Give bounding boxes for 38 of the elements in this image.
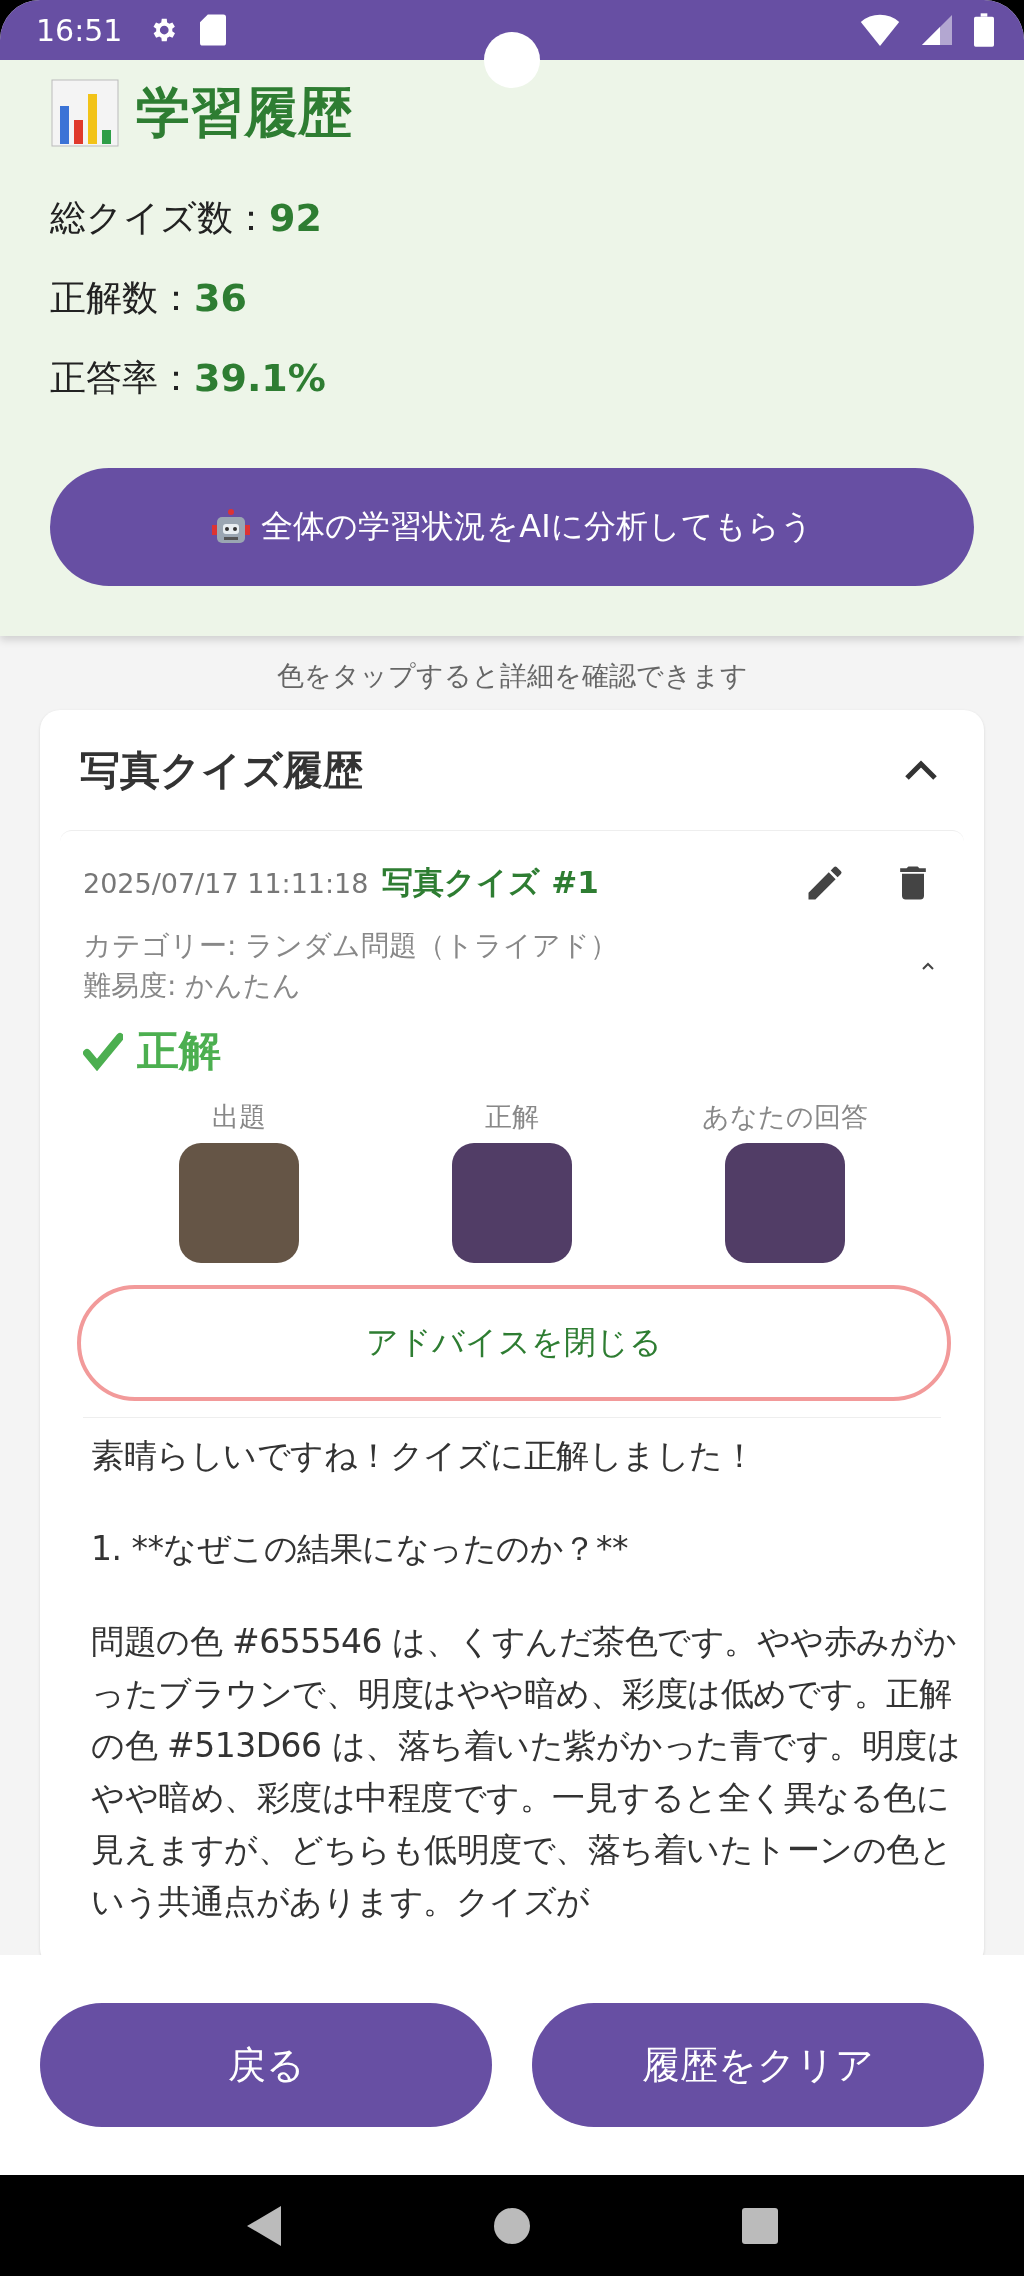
color-swatch[interactable] [179, 1143, 300, 1263]
stat-value: 92 [269, 196, 322, 240]
ai-analysis-button[interactable]: 全体の学習状況をAIに分析してもらう [50, 468, 974, 586]
color-swatch[interactable] [452, 1143, 572, 1263]
stat-label: 正解数： [50, 275, 194, 320]
swatch-label: あなたの回答 [701, 1100, 868, 1134]
hint-text: 色をタップすると詳細を確認できます [275, 659, 749, 693]
page-title: 学習履歴 [136, 79, 352, 146]
status-time: 16:51 [36, 12, 123, 48]
stat-value: 39.1% [194, 356, 326, 400]
quiz-category: カテゴリー: ランダム問題（トライアド） [83, 928, 619, 964]
swatch-label: 出題 [212, 1100, 267, 1134]
recents-nav-icon[interactable] [741, 2206, 779, 2245]
bottom-button[interactable]: 履歴をクリア [532, 2003, 984, 2127]
chevron-icon[interactable] [904, 759, 938, 781]
quiz-difficulty: 難易度: かんたん [83, 968, 303, 1004]
home-nav-icon[interactable] [493, 2206, 531, 2245]
stat-label: 総クイズ数： [50, 195, 269, 240]
quiz-title: 写真クイズ #1 [382, 863, 600, 902]
quiz-timestamp: 2025/07/17 11:11:18 [83, 867, 369, 899]
close-advice-button[interactable]: アドバイスを閉じる [77, 1285, 951, 1401]
bottom-button[interactable]: 戻る [40, 2003, 492, 2127]
stat-label: 正答率： [50, 355, 194, 400]
small-caret-icon[interactable] [921, 961, 935, 971]
color-swatch[interactable] [724, 1143, 845, 1263]
battery-icon [974, 13, 994, 47]
advice-paragraph: 1. **なぜこの結果になったのか？** [91, 1528, 629, 1570]
sd-card-icon [200, 14, 227, 46]
signal-icon [922, 15, 952, 45]
result-label: 正解 [137, 1025, 221, 1077]
wifi-icon [860, 14, 900, 46]
back-nav-icon[interactable] [245, 2203, 283, 2248]
bar-chart-icon [50, 78, 120, 148]
stat-value: 36 [194, 276, 247, 320]
swatch-label: 正解 [485, 1100, 539, 1134]
advice-paragraph: 問題の色 #655546 は、くすんだ茶色です。やや赤みがかったブラウンで、明度はやや暗め、彩度は低めです。正解の色 #513D66 は、落ち着いた紫がかった青です。明度はやや暗め、彩度は中程度です。一見すると全く異なる色に見えますが、どちらも低明度で、落ち着いたトーンの色という共通点があります。クイズが [91, 1621, 962, 1923]
section-title: 写真クイズ履歴 [80, 745, 363, 795]
advice-paragraph: 素晴らしいですね！クイズに正解しました！ [91, 1435, 756, 1477]
